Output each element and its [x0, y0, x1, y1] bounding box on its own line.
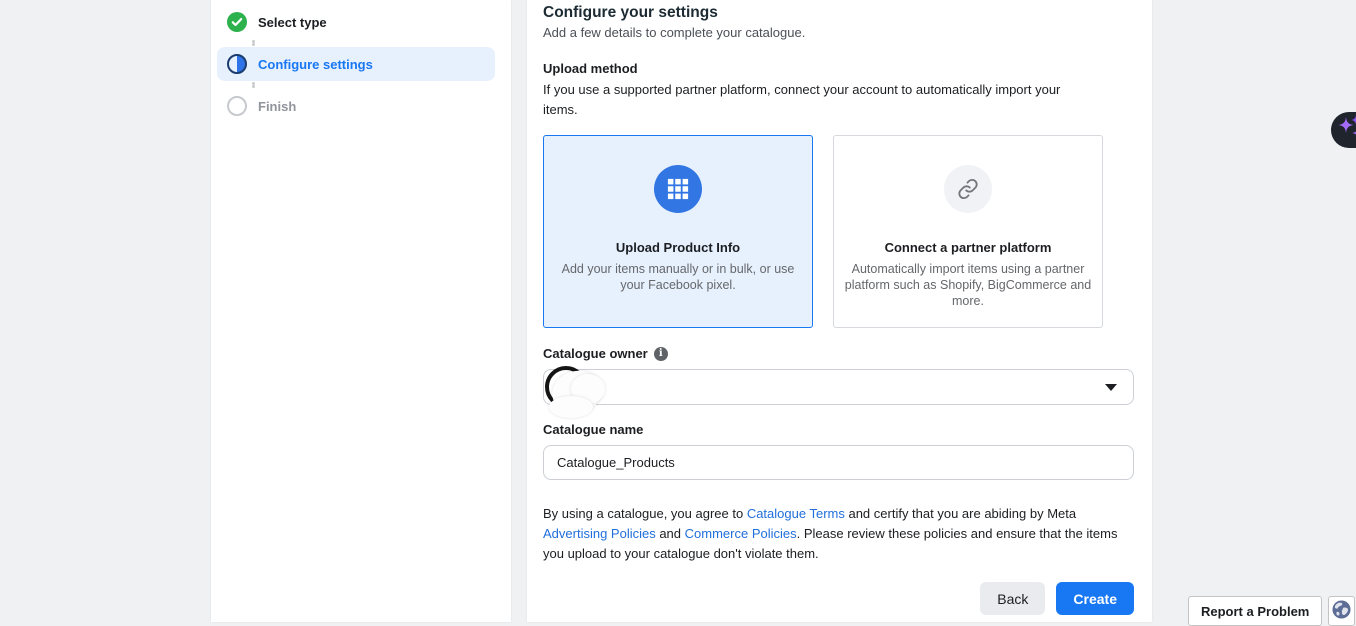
card-connect-partner-platform[interactable]: Connect a partner platform Automatically… — [833, 135, 1103, 328]
catalogue-owner-select[interactable] — [543, 369, 1134, 405]
card-description: Automatically import items using a partn… — [844, 261, 1092, 309]
redacted-owner-avatar — [545, 366, 615, 422]
card-upload-product-info[interactable]: Upload Product Info Add your items manua… — [543, 135, 813, 328]
card-title: Connect a partner platform — [885, 240, 1052, 255]
sparkles-icon — [1336, 114, 1356, 147]
legal-text-part: and certify that you are abiding by Meta — [845, 506, 1076, 521]
upload-method-label: Upload method — [543, 61, 638, 76]
back-button[interactable]: Back — [980, 582, 1045, 615]
step-finish[interactable]: Finish — [227, 89, 495, 123]
catalogue-name-input[interactable] — [543, 445, 1134, 480]
empty-circle-icon — [227, 96, 247, 116]
catalogue-name-label: Catalogue name — [543, 422, 643, 437]
catalogue-owner-label: Catalogue owner — [543, 346, 648, 361]
wizard-steps-sidebar: Select type Configure settings Finish — [211, 0, 511, 622]
upload-method-options: Upload Product Info Add your items manua… — [543, 135, 1103, 328]
step-label: Select type — [258, 15, 327, 30]
step-select-type[interactable]: Select type — [227, 5, 495, 39]
create-button[interactable]: Create — [1056, 582, 1134, 615]
globe-icon — [1332, 600, 1351, 622]
advertising-policies-link[interactable]: Advertising Policies — [543, 526, 656, 541]
legal-text: By using a catalogue, you agree to Catal… — [543, 504, 1133, 564]
meta-ai-button[interactable] — [1331, 112, 1356, 148]
caret-down-icon — [1105, 384, 1117, 391]
legal-text-part: and — [656, 526, 685, 541]
catalogue-owner-label-row: Catalogue owner i — [543, 346, 668, 361]
step-configure-settings[interactable]: Configure settings — [217, 47, 495, 81]
card-description: Add your items manually or in bulk, or u… — [554, 261, 802, 293]
link-icon — [944, 165, 992, 213]
catalogue-terms-link[interactable]: Catalogue Terms — [747, 506, 845, 521]
step-connector — [252, 39, 496, 47]
page-title: Configure your settings — [543, 4, 718, 22]
grid-icon — [654, 165, 702, 213]
configure-settings-panel: Configure your settings Add a few detail… — [527, 0, 1152, 622]
page-subtitle: Add a few details to complete your catal… — [543, 25, 805, 40]
check-icon — [227, 12, 247, 32]
wizard-actions: Back Create — [980, 582, 1134, 615]
commerce-policies-link[interactable]: Commerce Policies — [685, 526, 797, 541]
upload-method-description: If you use a supported partner platform,… — [543, 80, 1091, 120]
half-progress-icon — [227, 54, 247, 74]
step-label: Configure settings — [258, 57, 373, 72]
legal-text-part: By using a catalogue, you agree to — [543, 506, 747, 521]
step-connector — [252, 81, 496, 89]
card-title: Upload Product Info — [616, 240, 740, 255]
step-label: Finish — [258, 99, 296, 114]
info-icon[interactable]: i — [654, 347, 668, 361]
